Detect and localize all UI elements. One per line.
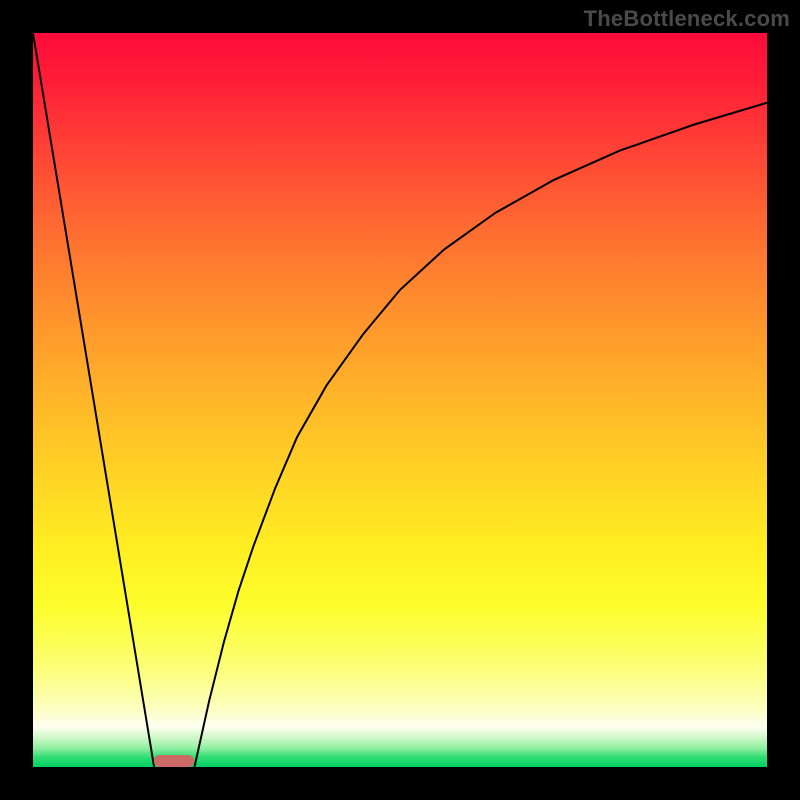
plot-area bbox=[33, 33, 767, 767]
chart-frame: TheBottleneck.com bbox=[0, 0, 800, 800]
curve-left-branch bbox=[33, 33, 154, 767]
bottleneck-marker bbox=[154, 755, 194, 767]
plot-svg bbox=[33, 33, 767, 767]
curve-right-branch bbox=[194, 103, 767, 767]
watermark-text: TheBottleneck.com bbox=[584, 6, 790, 32]
